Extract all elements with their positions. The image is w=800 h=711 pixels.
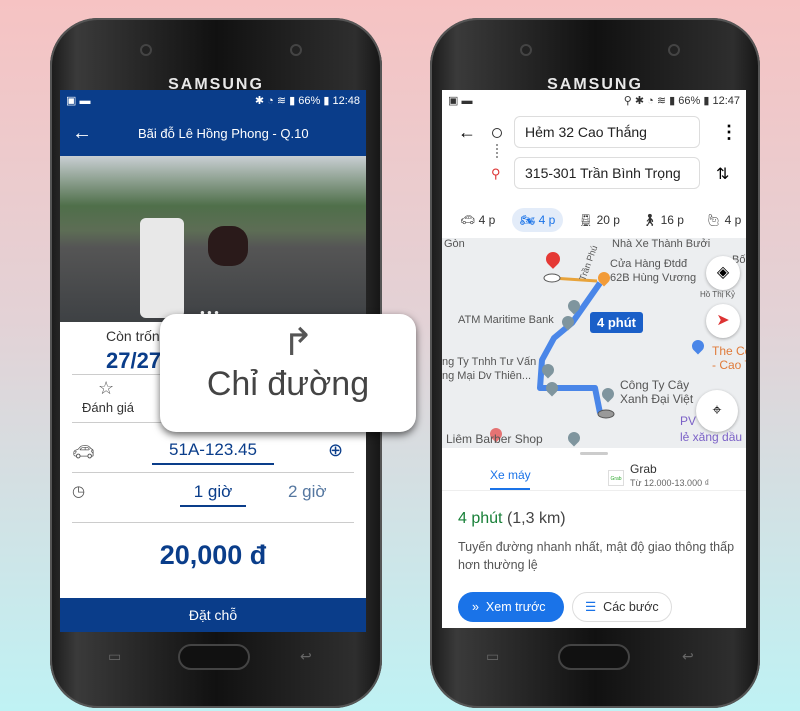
clock: 12:48 (332, 94, 360, 107)
origin-input[interactable]: Hẻm 32 Cao Thắng (514, 116, 700, 148)
layers-icon[interactable]: ◈ (706, 256, 740, 290)
tab-grab[interactable]: Grab (630, 462, 657, 476)
star-icon[interactable]: ☆ (98, 378, 114, 399)
back-key[interactable]: ↩ (682, 648, 694, 665)
mode-walk[interactable]: 🚶︎ 16 p (642, 208, 684, 232)
route-description: Tuyến đường nhanh nhất, mật độ giao thôn… (458, 540, 735, 572)
steps-button[interactable]: ☰ Các bước (572, 592, 672, 622)
notification-icons: ▣ ▬ (66, 94, 91, 107)
ride-icon: 🙋︎ (706, 213, 722, 227)
back-arrow-icon[interactable]: ← (458, 122, 476, 143)
transit-icon: 🚆︎ (578, 213, 594, 227)
recent-apps-button[interactable]: ▭ (108, 648, 121, 665)
battery: 66% (678, 94, 701, 107)
duration-1h[interactable]: 1 giờ (180, 482, 246, 507)
book-button[interactable]: Đặt chỗ (60, 598, 366, 632)
add-circle-icon[interactable]: ⊕ (328, 440, 343, 461)
back-key[interactable]: ↩ (300, 648, 312, 665)
route-time: 4 phút (458, 510, 503, 527)
back-arrow-icon[interactable]: ← (60, 122, 104, 145)
turn-right-arrow-icon: ↱ (282, 322, 314, 364)
clock: 12:47 (712, 94, 740, 107)
availability-value: 27/27 (106, 348, 162, 373)
availability-label: Còn trống (106, 328, 168, 344)
motorbike-icon: 🏍︎ (520, 213, 536, 227)
status-bar: ▣ ▬ ⚲ ✱ ◔ ≋ ▮ 66% ▮ 12:47 (448, 94, 740, 107)
status-bar: ▣ ▬ ✱ ◔ ≋ ▮ 66% ▮ 12:48 (60, 90, 366, 110)
timer-icon: ◷ (72, 483, 86, 500)
origin-dot-icon (492, 128, 502, 138)
home-button[interactable] (558, 644, 630, 670)
duration-2h[interactable]: 2 giờ (288, 482, 327, 502)
recent-apps-button[interactable]: ▭ (486, 648, 499, 665)
app-bar: ← Bãi đỗ Lê Hồng Phong - Q.10 (60, 110, 366, 156)
front-camera (668, 44, 680, 56)
page-title: Bãi đỗ Lê Hồng Phong - Q.10 (138, 125, 309, 141)
grab-price: Từ 12.000-13.000 ₫ (630, 478, 710, 488)
notification-icons: ▣ ▬ (448, 94, 473, 107)
home-button[interactable] (178, 644, 250, 670)
battery: 66% (298, 94, 321, 107)
mode-ride[interactable]: 🙋︎ 4 p (706, 208, 741, 232)
compass-icon[interactable]: ➤ (706, 304, 740, 338)
preview-button[interactable]: » Xem trước (458, 592, 564, 622)
list-icon: ☰ (585, 600, 597, 614)
route-distance: (1,3 km) (506, 510, 566, 527)
status-icons: ⚲ ✱ ◔ ≋ ▮ (623, 94, 679, 107)
destination-pin-icon: ⚲ (491, 166, 501, 181)
rating-button[interactable]: Đánh giá (82, 400, 134, 415)
walk-icon: 🚶︎ (642, 213, 658, 227)
double-chevron-icon: » (472, 600, 479, 614)
destination-input[interactable]: 315-301 Trần Bình Trọng (514, 157, 700, 189)
my-location-icon[interactable]: ⌖ (696, 390, 738, 432)
mode-car[interactable]: 🚗︎ 4 p (460, 208, 495, 232)
map[interactable]: 4 phút Gòn Nhà Xe Thành Bưởi Cửa Hàng Đt… (442, 238, 746, 448)
directions-popup[interactable]: ↱ Chỉ đường (160, 314, 416, 432)
car-icon: 🚗︎ (460, 213, 476, 227)
motorbike (208, 226, 248, 266)
car (140, 218, 184, 318)
plate-field[interactable]: 51A-123.45 (152, 440, 274, 465)
price: 20,000 đ (159, 540, 267, 570)
status-icons: ✱ ◔ ≋ ▮ (254, 94, 299, 107)
mode-motorbike[interactable]: 🏍︎ 4 p (512, 208, 564, 232)
drag-handle[interactable] (580, 452, 608, 455)
tab-motorbike[interactable]: Xe máy (490, 468, 531, 482)
swap-icon[interactable]: ⇅ (716, 164, 729, 184)
sensor (520, 44, 532, 56)
more-options-icon[interactable]: ⋮ (720, 122, 738, 143)
route-time-bubble[interactable]: 4 phút (590, 312, 643, 333)
car-icon: 🚗︎ (72, 442, 95, 462)
right-screen: ▣ ▬ ⚲ ✱ ◔ ≋ ▮ 66% ▮ 12:47 ← ⚲ Hẻm 32 Cao… (442, 90, 746, 628)
sensor (140, 44, 152, 56)
parking-photo[interactable]: ● ● ● (60, 156, 366, 322)
directions-label: Chỉ đường (206, 365, 370, 403)
grab-logo: Grab (608, 470, 624, 486)
front-camera (290, 44, 302, 56)
route-dots (496, 144, 498, 158)
mode-transit[interactable]: 🚆︎ 20 p (578, 208, 620, 232)
